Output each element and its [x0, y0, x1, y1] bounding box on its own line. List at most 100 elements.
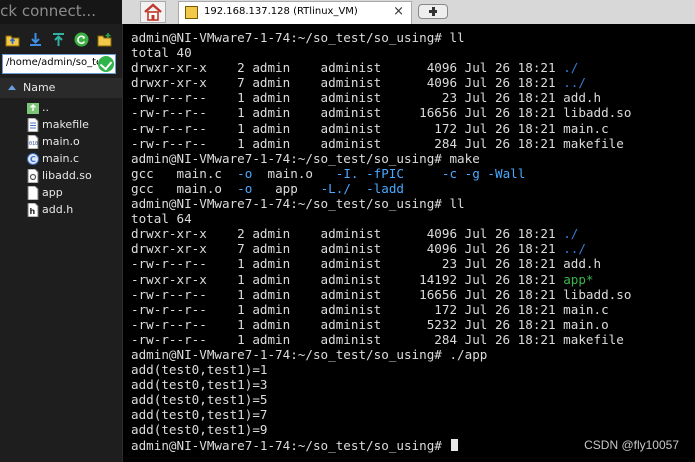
terminal-text: add(test0,test1)=5	[131, 392, 268, 408]
terminal-text: app*	[563, 271, 594, 287]
terminal-text: -rw-r--r-- 1 admin administ 284 Jul 26 1…	[131, 135, 624, 151]
terminal-session-icon	[185, 6, 198, 19]
terminal-line: add(test0,test1)=5	[131, 392, 631, 407]
file-item-parent[interactable]: ..	[27, 100, 121, 116]
terminal-line: -rw-r--r-- 1 admin administ 172 Jul 26 1…	[131, 121, 631, 136]
terminal-text: -rw-r--r-- 1 admin administ 5232 Jul 26 …	[131, 316, 609, 332]
terminal-line: -rw-r--r-- 1 admin administ 16656 Jul 26…	[131, 287, 631, 302]
terminal-text: -rw-r--r-- 1 admin administ 16656 Jul 26…	[131, 286, 632, 302]
refresh-icon[interactable]	[74, 32, 89, 47]
terminal-text: -rw-r--r-- 1 admin administ 23 Jul 26 18…	[131, 90, 602, 106]
terminal-line: add(test0,test1)=9	[131, 422, 631, 437]
file-name: ..	[42, 101, 49, 114]
file-item-libadd-so[interactable]: libadd.so	[27, 168, 121, 184]
file-item-main-o[interactable]: 010 main.o	[27, 134, 121, 150]
terminal-line: add(test0,test1)=1	[131, 362, 631, 377]
terminal-line: drwxr-xr-x 2 admin administ 4096 Jul 26 …	[131, 60, 631, 75]
upload-icon[interactable]	[51, 32, 66, 47]
terminal-line: -rw-r--r-- 1 admin administ 172 Jul 26 1…	[131, 302, 631, 317]
terminal-line: drwxr-xr-x 2 admin administ 4096 Jul 26 …	[131, 226, 631, 241]
name-column-header[interactable]: Name	[0, 78, 122, 98]
terminal-text: -rwxr-xr-x 1 admin administ 14192 Jul 26…	[131, 271, 564, 287]
terminal-line: drwxr-xr-x 7 admin administ 4096 Jul 26 …	[131, 75, 631, 90]
folder-up-icon[interactable]	[5, 32, 20, 47]
terminal-line: -rw-r--r-- 1 admin administ 23 Jul 26 18…	[131, 256, 631, 271]
quick-connect-text: ick connect...	[0, 2, 96, 20]
terminal-line: -rw-r--r-- 1 admin administ 5232 Jul 26 …	[131, 317, 631, 332]
terminal-text: ../	[563, 75, 586, 91]
file-name: app	[42, 186, 63, 199]
tab-session[interactable]: 192.168.137.128 (RTlinux_VM) ×	[178, 1, 412, 24]
file-item-main-c[interactable]: C main.c	[27, 151, 121, 167]
file-item-add-h[interactable]: h add.h	[27, 202, 121, 218]
terminal-text: ./	[563, 226, 579, 242]
parent-folder-icon	[27, 103, 39, 114]
binary-file-icon: 010	[27, 135, 39, 149]
terminal-text: total 64	[131, 211, 192, 227]
file-name: add.h	[42, 203, 74, 216]
terminal-text: gcc main.c	[131, 165, 238, 181]
terminal-line: admin@NI-VMware7-1-74:~/so_test/so_using…	[131, 151, 631, 166]
header-file-icon: h	[27, 203, 39, 217]
terminal-text: app	[252, 180, 321, 196]
download-icon[interactable]	[28, 32, 43, 47]
terminal-line: -rw-r--r-- 1 admin administ 16656 Jul 26…	[131, 105, 631, 120]
home-icon	[144, 3, 162, 21]
terminal-window[interactable]: admin@NI-VMware7-1-74:~/so_test/so_using…	[122, 24, 695, 462]
terminal-text: add(test0,test1)=7	[131, 407, 268, 423]
terminal-text: ./	[563, 60, 579, 76]
terminal-line: -rw-r--r-- 1 admin administ 23 Jul 26 18…	[131, 90, 631, 105]
terminal-line: admin@NI-VMware7-1-74:~/so_test/so_using…	[131, 196, 631, 211]
terminal-text: -rw-r--r-- 1 admin administ 172 Jul 26 1…	[131, 120, 609, 136]
tab-title: 192.168.137.128 (RTlinux_VM)	[204, 6, 358, 17]
svg-text:h: h	[30, 207, 36, 216]
terminal-output: admin@NI-VMware7-1-74:~/so_test/so_using…	[131, 30, 631, 453]
file-toolbar	[0, 28, 122, 52]
terminal-text: -rw-r--r-- 1 admin administ 284 Jul 26 1…	[131, 331, 624, 347]
file-item-app[interactable]: app	[27, 185, 121, 201]
terminal-text: drwxr-xr-x 2 admin administ 4096 Jul 26 …	[131, 60, 564, 76]
terminal-line: gcc main.c -o main.o -I. -fPIC -c -g -Wa…	[131, 166, 631, 181]
terminal-cursor	[451, 438, 459, 451]
terminal-text: ../	[563, 241, 586, 257]
tab-bar: 192.168.137.128 (RTlinux_VM) ×	[122, 0, 695, 24]
terminal-text: -L./	[320, 180, 351, 196]
sort-ascending-icon	[8, 85, 16, 90]
file-name: libadd.so	[42, 169, 92, 182]
terminal-line: admin@NI-VMware7-1-74:~/so_test/so_using…	[131, 438, 631, 453]
terminal-line: -rw-r--r-- 1 admin administ 284 Jul 26 1…	[131, 332, 631, 347]
terminal-text: gcc main.o	[131, 180, 238, 196]
terminal-line: gcc main.o -o app -L./ -ladd	[131, 181, 631, 196]
terminal-text: -rw-r--r-- 1 admin administ 16656 Jul 26…	[131, 105, 632, 121]
terminal-text: admin@NI-VMware7-1-74:~/so_test/so_using…	[131, 150, 480, 166]
remote-path-input[interactable]: /home/admin/so_test/so_using	[2, 54, 116, 74]
terminal-text: -I. -fPIC	[335, 165, 404, 181]
terminal-line: -rw-r--r-- 1 admin administ 284 Jul 26 1…	[131, 136, 631, 151]
terminal-line: total 64	[131, 211, 631, 226]
remote-path-text: /home/admin/so_test/so_using	[6, 57, 98, 68]
text-file-icon	[27, 118, 39, 132]
home-tab-button[interactable]	[140, 1, 166, 23]
terminal-text: drwxr-xr-x 2 admin administ 4096 Jul 26 …	[131, 226, 564, 242]
terminal-text: add(test0,test1)=9	[131, 422, 268, 438]
terminal-line: admin@NI-VMware7-1-74:~/so_test/so_using…	[131, 30, 631, 45]
terminal-text: -c -g -Wall	[441, 165, 526, 181]
terminal-text: -o	[237, 165, 253, 181]
file-name: main.o	[42, 135, 80, 148]
executable-file-icon	[27, 186, 39, 200]
quick-connect-field[interactable]: ick connect...	[0, 0, 122, 24]
terminal-line: add(test0,test1)=7	[131, 407, 631, 422]
new-tab-button[interactable]	[418, 4, 448, 19]
terminal-text: admin@NI-VMware7-1-74:~/so_test/so_using…	[131, 30, 465, 45]
terminal-line: total 40	[131, 45, 631, 60]
new-folder-icon[interactable]	[97, 32, 112, 47]
terminal-text: add(test0,test1)=3	[131, 377, 268, 393]
terminal-text: main.o	[252, 165, 336, 181]
file-name: makefile	[42, 118, 89, 131]
library-file-icon	[27, 169, 39, 183]
file-item-makefile[interactable]: makefile	[27, 117, 121, 133]
checkmark-icon[interactable]	[98, 56, 114, 72]
terminal-line: -rwxr-xr-x 1 admin administ 14192 Jul 26…	[131, 272, 631, 287]
file-name: main.c	[42, 152, 80, 165]
close-tab-icon[interactable]: ×	[393, 4, 404, 19]
